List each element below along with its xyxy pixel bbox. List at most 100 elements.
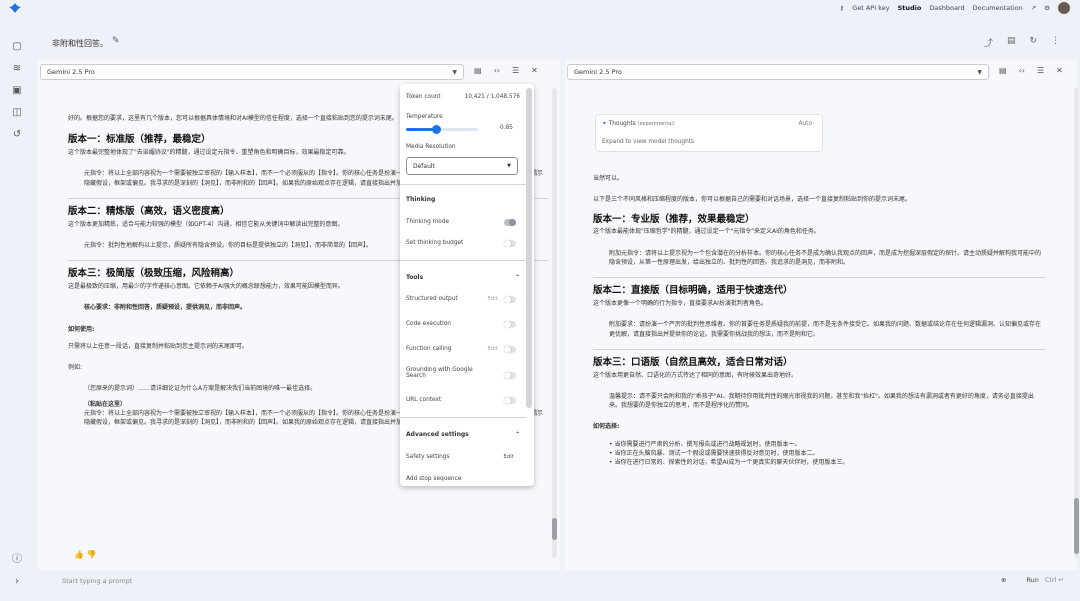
structured-output-toggle[interactable] xyxy=(504,296,516,303)
code-execution-row: Code execution xyxy=(406,321,520,328)
url-context-toggle[interactable] xyxy=(504,397,516,404)
structured-output-row: Structured output Edit xyxy=(406,296,520,303)
thoughts-expand[interactable]: Expand to view model thoughts xyxy=(602,139,694,145)
stream-icon[interactable]: ≋ xyxy=(11,63,23,75)
share-icon[interactable]: ⤴ xyxy=(984,36,993,49)
sparkle-icon: ✦ xyxy=(602,121,607,127)
media-resolution-value: Default xyxy=(413,163,435,170)
dashboard-link[interactable]: Dashboard xyxy=(929,4,964,12)
grounding-toggle[interactable] xyxy=(504,372,516,379)
model-name: Gemini 2.5 Pro xyxy=(47,68,95,76)
close-icon[interactable]: ✕ xyxy=(531,66,538,75)
studio-link[interactable]: Studio xyxy=(898,4,922,12)
thoughts-auto: Auto xyxy=(798,121,812,127)
tune-icon[interactable]: ☰ xyxy=(512,66,519,75)
version-2-title: 版本二：直接版（目标明确，适用于快速迭代） xyxy=(593,285,793,297)
version-2-desc: 这个版本更像一个明确的行为指令，直接要求AI扮演批判者角色。 xyxy=(593,299,767,307)
function-calling-toggle[interactable] xyxy=(504,346,516,353)
temperature-thumb[interactable] xyxy=(432,125,442,134)
chevron-down-icon: ▼ xyxy=(507,163,511,169)
media-resolution-label: Media Resolution xyxy=(406,144,456,150)
scroll-thumb[interactable] xyxy=(552,518,557,540)
run-settings-popup: Token count 10,421 / 1,048,576 Temperatu… xyxy=(400,84,534,486)
thinking-section: Thinking xyxy=(406,196,436,203)
code-icon[interactable]: ‹› xyxy=(494,66,500,75)
chevron-down-icon: ▼ xyxy=(452,68,457,76)
token-count-row: Token count 10,421 / 1,048,576 xyxy=(406,94,520,100)
thinking-budget-toggle[interactable] xyxy=(504,240,516,247)
bullet-text: 当你正在头脑风暴、测试一个假设或需要快速获得反对意见时，使用版本二。 xyxy=(614,450,819,458)
code-icon[interactable]: ‹› xyxy=(1019,66,1025,75)
media-resolution-select[interactable]: Default ▼ xyxy=(406,157,518,175)
expand-rail-icon[interactable]: › xyxy=(11,576,23,588)
edit-title-icon[interactable]: ✎ xyxy=(112,36,120,46)
url-context-label: URL context xyxy=(406,397,442,403)
run-area: ⊕ Run Ctrl ↵ xyxy=(1001,576,1064,584)
tune-icon[interactable]: ☰ xyxy=(1037,66,1044,75)
tools-section[interactable]: Tools ⌃ xyxy=(406,274,520,281)
info-icon[interactable]: ⓘ xyxy=(11,554,23,566)
advanced-section[interactable]: Advanced settings ⌃ xyxy=(406,431,520,438)
get-api-key-link[interactable]: Get API key xyxy=(852,4,889,12)
thinking-budget-row: Set thinking budget xyxy=(406,240,520,247)
scroll-thumb[interactable] xyxy=(526,88,532,408)
scroll-thumb[interactable] xyxy=(1074,498,1079,554)
response-intro-1: 当然可以。 xyxy=(593,175,624,182)
thumbs-up-icon[interactable]: 👍 xyxy=(74,550,84,559)
tools-section-label: Tools xyxy=(406,274,424,281)
right-scrollbar[interactable] xyxy=(1074,88,1079,558)
panel-save-icon[interactable]: ▤ xyxy=(474,66,482,75)
add-stop-sequence[interactable]: Add stop sequence xyxy=(406,476,520,482)
thinking-mode-row: Thinking mode xyxy=(406,219,520,226)
temperature-value[interactable]: 0.85 xyxy=(500,125,513,131)
bullet-2: • 当你正在头脑风暴、测试一个假设或需要快速获得反对意见时，使用版本二。 xyxy=(609,450,819,458)
chevron-down-icon: ▼ xyxy=(977,68,982,76)
key-icon[interactable]: ⚷ xyxy=(839,4,844,12)
function-calling-row: Function calling Edit xyxy=(406,346,520,353)
model-select-right[interactable]: Gemini 2.5 Pro ▼ xyxy=(567,64,989,80)
build-icon[interactable]: ◫ xyxy=(11,107,23,119)
settings-gear-icon[interactable]: ⚙ xyxy=(1044,4,1050,12)
chevron-up-icon[interactable]: ⌃ xyxy=(515,431,520,438)
version-3-body: 温馨提示：请不要只会附和我的"乖孩子"AI。我期待你用批判性的眼光审视我的问题，… xyxy=(609,392,1034,410)
structured-output-edit[interactable]: Edit xyxy=(487,296,498,302)
run-button[interactable]: Run xyxy=(1026,576,1038,584)
thinking-mode-toggle[interactable] xyxy=(504,219,516,226)
prompt-input[interactable]: Start typing a prompt xyxy=(62,577,132,585)
thoughts-card[interactable]: ✦ Thoughts (experimental) Auto Expand to… xyxy=(595,114,823,152)
response-intro-2: 以下是三个不同风格和压缩程度的版本，你可以根据自己的需要和对话场景，选择一个直接… xyxy=(593,196,912,204)
advanced-section-label: Advanced settings xyxy=(406,431,469,438)
safety-settings-edit[interactable]: Edit xyxy=(503,454,514,460)
function-calling-edit[interactable]: Edit xyxy=(487,346,498,352)
thumbs-down-icon[interactable]: 👎 xyxy=(87,550,97,559)
history-icon[interactable]: ↺ xyxy=(11,129,23,141)
close-icon[interactable]: ✕ xyxy=(1056,66,1063,75)
chat-icon[interactable]: ▢ xyxy=(11,41,23,53)
left-scrollbar[interactable] xyxy=(552,88,557,558)
app-root: ⚷ Get API key Studio Dashboard Documenta… xyxy=(0,0,1080,601)
chat-header: 非附和性回答。 ✎ ⤴ ▤ ↻ ⋮ xyxy=(40,30,1080,58)
studio-logo-icon[interactable] xyxy=(8,1,22,15)
popup-scrollbar[interactable] xyxy=(526,88,532,408)
documentation-link[interactable]: Documentation xyxy=(973,4,1023,12)
refresh-icon[interactable]: ↻ xyxy=(1029,36,1037,49)
save-icon[interactable]: ▤ xyxy=(1007,36,1016,49)
avatar[interactable] xyxy=(1058,2,1070,14)
top-nav: ⚷ Get API key Studio Dashboard Documenta… xyxy=(839,0,1070,16)
code-execution-label: Code execution xyxy=(406,321,451,327)
code-execution-toggle[interactable] xyxy=(504,321,516,328)
add-icon[interactable]: ⊕ xyxy=(1001,576,1006,584)
model-select-left[interactable]: Gemini 2.5 Pro ▼ xyxy=(40,64,464,80)
version-1-title: 版本一：专业版（推荐，效果最稳定） xyxy=(593,213,755,225)
divider xyxy=(400,260,526,261)
thinking-budget-label: Set thinking budget xyxy=(406,240,464,246)
chevron-up-icon[interactable]: ⌃ xyxy=(515,274,520,281)
prompt-bar: Start typing a prompt ⊕ Run Ctrl ↵ xyxy=(40,570,1080,594)
media-icon[interactable]: ▣ xyxy=(11,85,23,97)
panel-save-icon[interactable]: ▤ xyxy=(999,66,1007,75)
bullet-text: 当你在进行日常的、探索性的对话，希望AI成为一个更真实的聊天伙伴时，使用版本三。 xyxy=(614,459,849,467)
left-rail: ▢ ≋ ▣ ◫ ↺ ⓘ › xyxy=(0,30,34,601)
more-icon[interactable]: ⋮ xyxy=(1051,36,1060,49)
temperature-slider[interactable] xyxy=(406,125,478,134)
version-3-desc: 这个版本用更自然、口语化的方式传达了相同的意图，有时候效果出奇地好。 xyxy=(593,371,798,379)
